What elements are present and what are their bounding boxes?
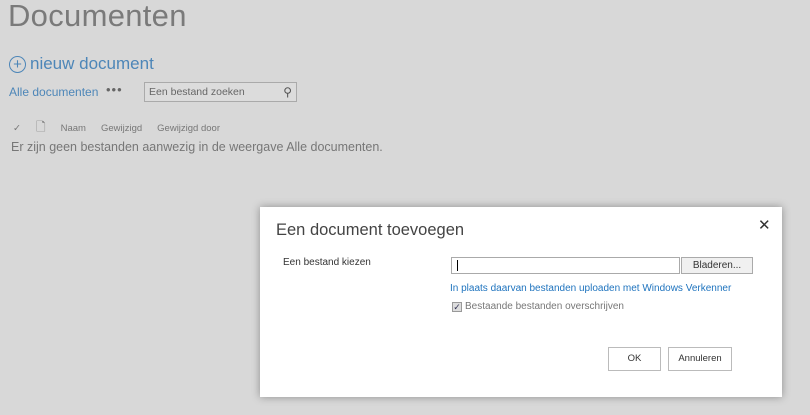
new-document-button[interactable]: + nieuw document [9, 54, 154, 74]
page-title: Documenten [8, 0, 187, 33]
cancel-button[interactable]: Annuleren [668, 347, 732, 371]
ok-button[interactable]: OK [608, 347, 661, 371]
file-input[interactable] [451, 257, 680, 274]
file-label: Een bestand kiezen [283, 257, 371, 268]
search-placeholder: Een bestand zoeken [149, 86, 245, 98]
plus-circle-icon: + [9, 55, 26, 73]
checkbox-checked-icon[interactable]: ✓ [452, 301, 462, 312]
overwrite-label: Bestaande bestanden overschrijven [465, 301, 624, 312]
column-headers: ✓ 🗋 Naam Gewijzigd Gewijzigd door [13, 118, 235, 139]
close-icon[interactable]: ✕ [758, 216, 771, 234]
column-modified-by[interactable]: Gewijzigd door [157, 123, 220, 134]
new-document-label: nieuw document [30, 54, 154, 73]
select-all-checkmark-icon[interactable]: ✓ [13, 123, 21, 134]
browse-button[interactable]: Bladeren... [681, 257, 753, 274]
windows-explorer-link[interactable]: In plaats daarvan bestanden uploaden met… [450, 283, 731, 294]
column-modified[interactable]: Gewijzigd [101, 123, 142, 134]
add-document-dialog: Een document toevoegen ✕ Een bestand kie… [260, 207, 782, 397]
dialog-title: Een document toevoegen [276, 221, 465, 239]
overwrite-checkbox[interactable]: ✓ Bestaande bestanden overschrijven [452, 301, 624, 312]
more-options-button[interactable]: ••• [106, 82, 123, 97]
column-name[interactable]: Naam [61, 123, 86, 134]
view-all-documents-link[interactable]: Alle documenten [9, 85, 98, 99]
empty-message: Er zijn geen bestanden aanwezig in de we… [11, 140, 383, 154]
search-icon[interactable]: ⚲ [283, 85, 292, 99]
file-type-icon: 🗋 [35, 120, 46, 134]
search-input[interactable]: Een bestand zoeken ⚲ [144, 82, 297, 102]
